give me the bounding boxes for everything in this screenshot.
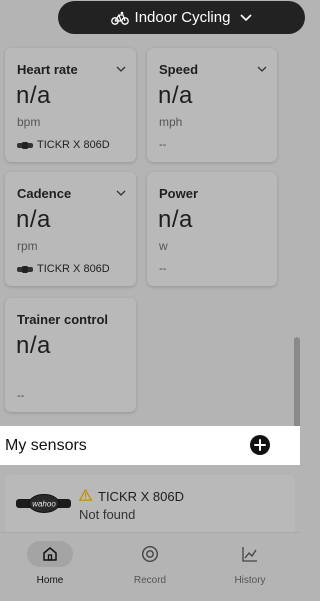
card-value: n/a	[16, 332, 51, 359]
card-value: n/a	[158, 82, 193, 109]
record-icon-wrap	[127, 541, 173, 567]
tickr-device-icon: wahoo	[16, 494, 71, 513]
card-label: Heart rate	[17, 62, 78, 77]
card-label: Cadence	[17, 186, 72, 201]
card-value: n/a	[16, 82, 51, 109]
card-sensor-name: --	[159, 139, 167, 151]
chevron-down-icon[interactable]	[116, 66, 126, 72]
card-sensor-name: TICKR X 806D	[37, 263, 110, 275]
chevron-down-icon[interactable]	[257, 66, 267, 72]
sensor-status: Not found	[79, 507, 136, 522]
record-icon	[141, 545, 159, 563]
trend-chart-icon	[242, 547, 257, 562]
bottom-navigation: Home Record History	[0, 532, 300, 601]
top-bar: Indoor Cycling	[0, 0, 305, 40]
power-card[interactable]: Power n/a w --	[147, 172, 277, 286]
nav-home[interactable]: Home	[10, 541, 90, 586]
card-unit: rpm	[17, 239, 38, 253]
card-label: Trainer control	[17, 312, 109, 327]
card-label: Power	[159, 186, 199, 201]
card-sensor: TICKR X 806D	[17, 263, 110, 275]
card-value: n/a	[16, 206, 51, 233]
history-icon-wrap	[227, 541, 273, 567]
card-sensor: TICKR X 806D	[17, 139, 110, 151]
nav-label: Home	[36, 575, 64, 586]
sensor-list-item[interactable]: wahoo TICKR X 806D Not found	[5, 475, 295, 535]
scrollbar-thumb[interactable]	[294, 337, 300, 429]
trainer-control-card[interactable]: Trainer control n/a --	[5, 298, 136, 412]
heart-strap-icon	[17, 265, 33, 273]
warning-icon	[79, 489, 92, 501]
speed-card[interactable]: Speed n/a mph --	[147, 48, 277, 162]
card-sensor-name: --	[17, 390, 25, 402]
card-unit: w	[159, 239, 168, 253]
chevron-down-icon[interactable]	[116, 190, 126, 196]
cadence-card[interactable]: Cadence n/a rpm TICKR X 806D	[5, 172, 136, 286]
chevron-down-icon	[240, 13, 253, 21]
heart-strap-icon	[17, 141, 33, 149]
nav-record[interactable]: Record	[110, 541, 190, 586]
nav-label: Record	[133, 575, 167, 586]
plus-icon	[254, 439, 266, 451]
svg-text:wahoo: wahoo	[32, 500, 56, 509]
heart-rate-card[interactable]: Heart rate n/a bpm TICKR X 806D	[5, 48, 136, 162]
card-unit: mph	[159, 115, 183, 129]
card-sensor-name: TICKR X 806D	[37, 139, 110, 151]
home-icon	[43, 547, 57, 561]
card-label: Speed	[159, 62, 199, 77]
section-title: My sensors	[5, 437, 87, 454]
sensor-name: TICKR X 806D	[98, 489, 184, 504]
nav-history[interactable]: History	[210, 541, 290, 586]
my-sensors-header: My sensors	[0, 426, 300, 465]
home-icon-wrap	[27, 541, 73, 567]
bike-icon	[110, 11, 129, 25]
activity-selector[interactable]: Indoor Cycling	[58, 1, 305, 34]
nav-label: History	[234, 575, 266, 586]
add-sensor-button[interactable]	[250, 435, 270, 455]
card-sensor-name: --	[159, 263, 167, 275]
activity-label: Indoor Cycling	[134, 9, 231, 26]
card-unit: bpm	[17, 115, 41, 129]
card-value: n/a	[158, 206, 193, 233]
